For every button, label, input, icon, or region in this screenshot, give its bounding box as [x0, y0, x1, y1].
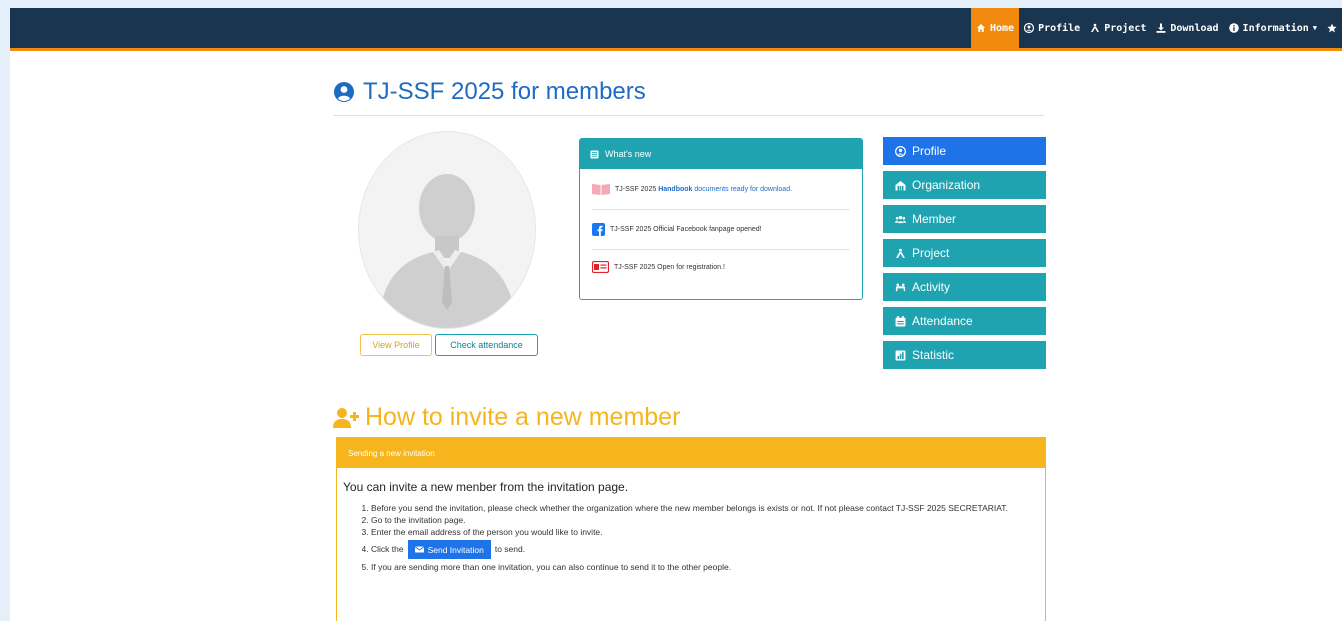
- news-divider: [592, 249, 850, 250]
- menu-activity-button[interactable]: Activity: [883, 273, 1046, 301]
- invite-section-title: How to invite a new member: [333, 403, 680, 432]
- nav-information[interactable]: Information ▼: [1224, 8, 1322, 48]
- news-item-facebook[interactable]: TJ-SSF 2025 Official Facebook fanpage op…: [592, 223, 850, 236]
- news-registration-text: TJ-SSF 2025 Open for registration.!: [614, 263, 725, 271]
- nav-download[interactable]: Download: [1151, 8, 1223, 48]
- menu-member-label: Member: [912, 212, 957, 226]
- avatar-silhouette-icon: [359, 132, 535, 328]
- chart-icon: [895, 350, 906, 360]
- project-icon: [896, 248, 905, 258]
- activity-icon: [895, 282, 906, 291]
- menu-statistic-button[interactable]: Statistic: [883, 341, 1046, 369]
- user-circle-icon: [895, 145, 906, 157]
- news-item-handbook[interactable]: TJ-SSF 2025 Handbook documents ready for…: [592, 183, 850, 195]
- top-navbar: Home Profile Project Download Informatio…: [10, 8, 1342, 51]
- nav-home[interactable]: Home: [970, 8, 1020, 48]
- menu-member-button[interactable]: Member: [883, 205, 1046, 233]
- nav-profile[interactable]: Profile: [1019, 8, 1085, 48]
- invite-step: If you are sending more than one invitat…: [371, 561, 1045, 573]
- check-attendance-button[interactable]: Check attendance: [435, 334, 538, 356]
- view-profile-button[interactable]: View Profile: [360, 334, 432, 356]
- step4-pre: Click the: [371, 543, 404, 554]
- user-plus-icon: [333, 407, 359, 428]
- invite-title-text: How to invite a new member: [365, 403, 681, 431]
- info-circle-icon: [1228, 23, 1239, 33]
- user-circle-icon: [1024, 23, 1035, 33]
- invite-step: Before you send the invitation, please c…: [371, 502, 1045, 514]
- invite-step: Go to the invitation page.: [371, 514, 1045, 526]
- newspaper-icon: [590, 150, 599, 158]
- menu-organization-label: Organization: [912, 178, 981, 192]
- nav-information-label: Information: [1242, 22, 1309, 34]
- nav-project-label: Project: [1104, 22, 1147, 34]
- organization-icon: [895, 180, 906, 190]
- news-handbook-post: documents ready for download.: [692, 185, 793, 193]
- news-item-registration[interactable]: TJ-SSF 2025 Open for registration.!: [592, 261, 850, 273]
- news-facebook-text: TJ-SSF 2025 Official Facebook fanpage op…: [610, 226, 762, 233]
- download-icon: [1156, 23, 1166, 33]
- project-icon: [1091, 23, 1100, 32]
- invite-step: Enter the email address of the person yo…: [371, 526, 1045, 538]
- book-icon: [592, 184, 610, 195]
- envelope-icon: [414, 546, 424, 553]
- chevron-down-icon: ▼: [1312, 24, 1317, 32]
- whats-new-header: What's new: [580, 139, 862, 169]
- menu-profile-button[interactable]: Profile: [883, 137, 1046, 165]
- calendar-icon: [895, 315, 906, 326]
- whats-new-title: What's new: [605, 149, 652, 159]
- nav-profile-label: Profile: [1038, 22, 1081, 34]
- menu-attendance-button[interactable]: Attendance: [883, 307, 1046, 335]
- menu-project-label: Project: [912, 246, 950, 260]
- page-title: TJ-SSF 2025 for members: [333, 78, 646, 106]
- news-handbook-pre: TJ-SSF 2025: [615, 185, 659, 193]
- id-card-icon: [592, 261, 609, 273]
- step4-post: to send.: [494, 543, 526, 554]
- user-circle-icon: [334, 82, 354, 102]
- star-icon: [1327, 23, 1337, 33]
- invite-intro: You can invite a new menber from the inv…: [343, 480, 629, 494]
- nav-menu: Home Profile Project Download Informatio…: [970, 8, 1342, 48]
- send-invitation-label: Send Invitation: [427, 544, 484, 555]
- menu-profile-label: Profile: [912, 144, 947, 158]
- menu-organization-button[interactable]: Organization: [883, 171, 1046, 199]
- news-divider: [592, 209, 850, 210]
- news-handbook-link[interactable]: Handbook: [658, 186, 692, 193]
- menu-project-button[interactable]: Project: [883, 239, 1046, 267]
- page-title-text: TJ-SSF 2025 for members: [363, 78, 646, 105]
- send-invitation-button[interactable]: Send Invitation: [407, 540, 491, 559]
- facebook-icon: [592, 223, 605, 236]
- menu-activity-label: Activity: [912, 280, 951, 294]
- invite-card-header: Sending a new invitation: [337, 438, 1045, 468]
- users-icon: [895, 215, 906, 223]
- avatar: [358, 131, 536, 329]
- home-icon: [976, 24, 985, 32]
- page-frame: Home Profile Project Download Informatio…: [10, 8, 1342, 621]
- nav-project[interactable]: Project: [1085, 8, 1151, 48]
- nav-download-label: Download: [1170, 22, 1219, 34]
- invite-card: Sending a new invitation You can invite …: [336, 437, 1046, 621]
- invite-card-body: You can invite a new menber from the inv…: [337, 468, 1045, 573]
- menu-attendance-label: Attendance: [912, 314, 973, 328]
- title-divider: [333, 115, 1044, 116]
- invite-step: Click the Send Invitation to send.: [371, 540, 1045, 559]
- whats-new-card: What's new TJ-SSF 2025 Handbook document…: [579, 138, 863, 300]
- menu-statistic-label: Statistic: [912, 348, 955, 362]
- invite-steps: Before you send the invitation, please c…: [343, 502, 1045, 573]
- nav-favorites[interactable]: [1322, 8, 1342, 48]
- nav-home-label: Home: [989, 22, 1015, 34]
